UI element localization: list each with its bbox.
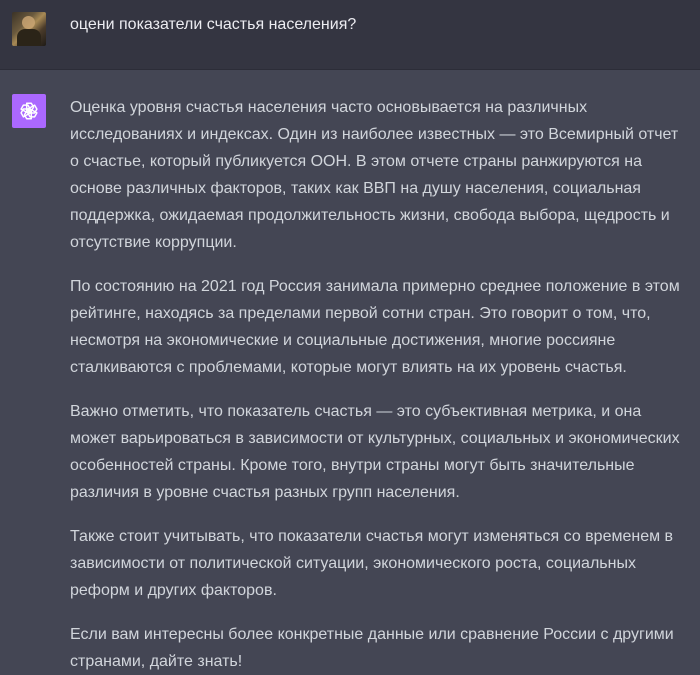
answer-paragraph: По состоянию на 2021 год Россия занимала…: [70, 278, 680, 376]
answer-paragraph: Если вам интересны более конкретные данн…: [70, 626, 674, 670]
answer-paragraph: Также стоит учитывать, что показатели сч…: [70, 528, 674, 599]
assistant-message-row: Оценка уровня счастья населения часто ос…: [0, 70, 700, 675]
answer-paragraph: Важно отметить, что показатель счастья —…: [70, 403, 680, 501]
user-message-row: оцени показатели счастья населения?: [0, 0, 700, 70]
openai-logo-icon: [12, 94, 46, 128]
user-avatar: [12, 12, 46, 46]
assistant-answer: Оценка уровня счастья населения часто ос…: [70, 94, 690, 675]
answer-paragraph: Оценка уровня счастья населения часто ос…: [70, 99, 679, 251]
user-message-text: оцени показатели счастья населения?: [70, 16, 357, 33]
